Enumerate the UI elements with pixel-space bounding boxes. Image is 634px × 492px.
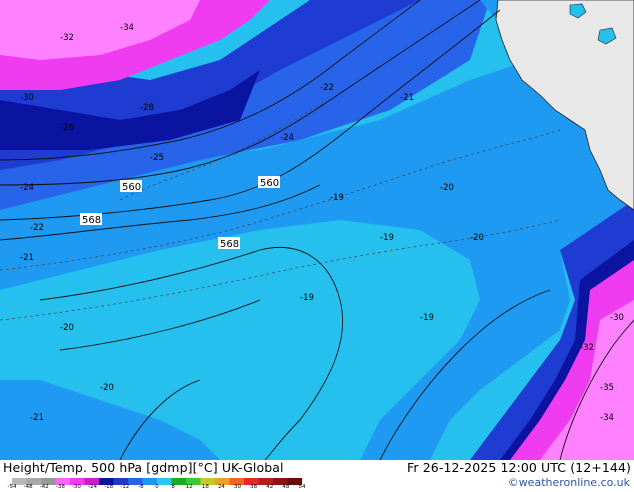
product-caption: Height/Temp. 500 hPa [gdmp][°C] UK-Globa… bbox=[3, 460, 284, 475]
colorbar-tick-label: 12 bbox=[185, 484, 193, 490]
parameter-label: Height/Temp. 500 hPa [gdmp][°C] bbox=[3, 460, 218, 475]
credit-text: ©weatheronline.co.uk bbox=[507, 476, 630, 489]
temp-label: -20 bbox=[100, 383, 114, 393]
temp-label: -21 bbox=[400, 93, 414, 103]
temp-label: -19 bbox=[420, 313, 434, 323]
temp-label: -32 bbox=[60, 33, 74, 43]
colorbar-tick-label: 38 bbox=[250, 484, 258, 490]
temp-label: -34 bbox=[600, 413, 614, 423]
temp-label: -28 bbox=[140, 103, 154, 113]
colorbar-tick-label: 48 bbox=[282, 484, 290, 490]
temp-label: -20 bbox=[60, 323, 74, 333]
colorbar-tick-label: 8 bbox=[171, 484, 175, 490]
temp-label: -35 bbox=[600, 383, 614, 393]
contour-label-560-central: 560 bbox=[260, 178, 279, 189]
temp-label: -21 bbox=[20, 253, 34, 263]
colorbar-tick-label: -12 bbox=[120, 484, 130, 490]
temp-label: -24 bbox=[20, 183, 34, 193]
temp-label: -21 bbox=[30, 413, 44, 423]
temp-label: -30 bbox=[20, 93, 34, 103]
colorbar-tick-label: -24 bbox=[88, 484, 98, 490]
temp-label: -25 bbox=[150, 153, 164, 163]
contour-label-568-central: 568 bbox=[220, 239, 239, 250]
colorbar-tick-label: 54 bbox=[298, 484, 306, 490]
temp-label: -30 bbox=[610, 313, 624, 323]
contour-label-568-west: 568 bbox=[82, 215, 101, 226]
colorbar-tick-label: -8 bbox=[138, 484, 144, 490]
colorbar-tick-label: -54 bbox=[7, 484, 17, 490]
valid-time: Fr 26-12-2025 12:00 UTC (12+144) bbox=[407, 460, 631, 475]
colorbar-tick-label: 0 bbox=[155, 484, 159, 490]
colorbar-tick-label: 30 bbox=[234, 484, 242, 490]
colorbar-tick-label: 42 bbox=[266, 484, 274, 490]
temp-label: -19 bbox=[330, 193, 344, 203]
temp-label: -20 bbox=[440, 183, 454, 193]
colorbar-tick-label: 18 bbox=[201, 484, 209, 490]
temp-label: -19 bbox=[300, 293, 314, 303]
temp-label: -19 bbox=[380, 233, 394, 243]
temp-label: -22 bbox=[30, 223, 44, 233]
model-label: UK-Global bbox=[221, 460, 284, 475]
colorbar-tick-label: 24 bbox=[217, 484, 225, 490]
colorbar-tick-label: -30 bbox=[71, 484, 81, 490]
temp-label: -34 bbox=[120, 23, 134, 33]
color-scale-labels: -54 -48 -42 -38 -30 -24 -18 -12 -8 0 8 12 18 24 30 38 42… bbox=[0, 484, 310, 492]
temp-label: -24 bbox=[280, 133, 294, 143]
temp-label: -20 bbox=[470, 233, 484, 243]
temp-label: -26 bbox=[60, 123, 74, 133]
temp-label: -22 bbox=[320, 83, 334, 93]
colorbar-tick-label: -42 bbox=[39, 484, 49, 490]
weather-map: 560 560 568 568 -19 -19 -19 -19 -20 -20 … bbox=[0, 0, 634, 460]
colorbar-tick-label: -38 bbox=[55, 484, 65, 490]
colorbar-tick-label: -48 bbox=[23, 484, 33, 490]
colorbar-tick-label: -18 bbox=[104, 484, 114, 490]
footer: Height/Temp. 500 hPa [gdmp][°C] UK-Globa… bbox=[0, 460, 634, 490]
contour-label-560-west: 560 bbox=[122, 182, 141, 193]
temp-label: -32 bbox=[580, 343, 594, 353]
